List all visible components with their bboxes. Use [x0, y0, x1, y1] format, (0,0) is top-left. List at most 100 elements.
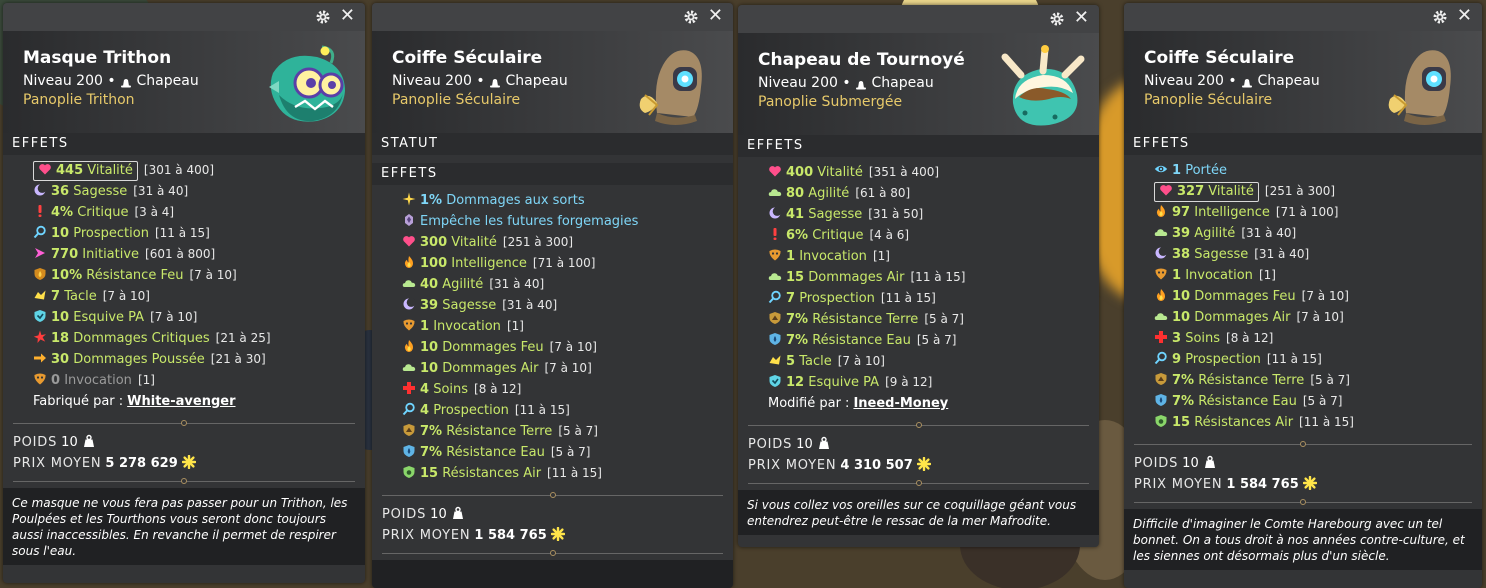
effect-range: [61 à 80] [855, 186, 911, 200]
effect-range: [5 à 7] [924, 312, 964, 326]
effect-value: 10 [51, 310, 70, 325]
effect-value: 9 [1172, 352, 1182, 367]
sparkle-icon [402, 192, 416, 206]
air-shield-icon [402, 465, 416, 479]
effect-range: [1] [506, 319, 524, 333]
effect-range: [31 à 50] [868, 207, 924, 221]
effect-row: 7% Résistance Eau [5 à 7] [402, 442, 733, 463]
moon-icon [1154, 246, 1168, 260]
invocation-icon [402, 318, 416, 332]
kamas-icon [550, 526, 565, 542]
divider [1124, 437, 1482, 451]
fire-shield-icon [33, 267, 47, 281]
water-shield-icon [768, 332, 782, 346]
effect-value: 97 [1172, 205, 1191, 220]
weight-label: POIDS [1134, 456, 1179, 471]
divider-ornament [1300, 499, 1306, 505]
exclamation-icon [768, 227, 782, 241]
effect-row: 30 Dommages Poussée [21 à 30] [33, 349, 365, 370]
effect-range: [301 à 400] [143, 163, 215, 177]
weight-label: POIDS [382, 507, 427, 522]
price-value: 5 278 629 [105, 456, 178, 471]
effect-value: 1 [1172, 268, 1182, 283]
gear-icon[interactable] [683, 9, 699, 25]
effect-range: [1] [872, 249, 890, 263]
item-header: Chapeau de Tournoyé Niveau 200 • Chapeau P… [738, 33, 1099, 135]
effect-range: [9 à 12] [885, 375, 933, 389]
gear-icon[interactable] [315, 9, 331, 25]
effect-range: [8 à 12] [1226, 331, 1274, 345]
effect-range: [7 à 10] [189, 268, 237, 282]
item-description: Difficile d'imaginer le Comte Harebourg … [1124, 509, 1482, 570]
effect-row: 1 Invocation [1] [768, 246, 1099, 267]
effect-range: [31 à 40] [1254, 247, 1310, 261]
earth-shield-icon [1154, 372, 1168, 386]
arrow-icon [33, 246, 47, 260]
effect-value: 15 [420, 466, 439, 481]
item-stats: POIDS 10 PRIX MOYEN 1 584 765 [372, 502, 733, 546]
close-icon[interactable]: ✕ [708, 6, 723, 26]
effect-row: 15 Résistances Air [11 à 15] [1154, 412, 1482, 433]
weight-row: POIDS 10 [748, 434, 1099, 455]
effect-row: 5 Tacle [7 à 10] [768, 351, 1099, 372]
effect-label: Résistances Air [1194, 415, 1294, 430]
divider [738, 476, 1099, 490]
weight-value: 10 [61, 435, 78, 450]
effect-label: Résistance Eau [812, 333, 911, 348]
close-icon[interactable]: ✕ [340, 6, 355, 26]
effect-range: [1] [137, 373, 155, 387]
cross-icon [1154, 330, 1168, 344]
effect-value: 10 [1172, 310, 1191, 325]
crafter-name-link[interactable]: White-avenger [127, 394, 235, 409]
gear-icon[interactable] [1432, 9, 1448, 25]
effect-range: [351 à 400] [868, 165, 940, 179]
effect-label: Critique [812, 228, 864, 243]
effect-row: 4 Soins [8 à 12] [402, 379, 733, 400]
effect-label: Agilité [1194, 226, 1236, 241]
effect-range: [5 à 7] [1310, 373, 1350, 387]
effect-label: Dommages Air [442, 361, 539, 376]
effect-label: Soins [1185, 331, 1221, 346]
effect-row: 7% Résistance Terre [5 à 7] [1154, 370, 1482, 391]
gear-icon[interactable] [1049, 11, 1065, 27]
weight-icon [82, 434, 96, 448]
effect-label: Dommages Feu [442, 340, 544, 355]
effect-label: Dommages Poussée [73, 352, 205, 367]
effect-label: Résistance Terre [812, 312, 919, 327]
effect-value: 38 [1172, 247, 1191, 262]
kamas-icon [1302, 475, 1317, 491]
effect-label: Sagesse [808, 207, 863, 222]
crafter-line: Fabriqué par : White-avenger [33, 391, 365, 412]
effect-label: Dommages aux sorts [446, 193, 585, 208]
crafter-name-link[interactable]: Ineed-Money [853, 396, 948, 411]
effect-range: [31 à 40] [1241, 226, 1297, 240]
effect-value: 30 [51, 352, 70, 367]
cloud-icon [402, 276, 416, 290]
price-row: PRIX MOYEN 4 310 507 [748, 455, 1099, 476]
divider-ornament [549, 550, 556, 556]
close-icon[interactable]: ✕ [1457, 6, 1472, 26]
effect-value: 100 [420, 256, 448, 271]
effect-label: Vitalité [451, 235, 497, 250]
kamas-icon [181, 454, 196, 470]
effect-row: 100 Intelligence [71 à 100] [402, 253, 733, 274]
effect-row: 400 Vitalité [351 à 400] [768, 162, 1099, 183]
effect-value: 10% [51, 268, 83, 283]
effect-range: [11 à 15] [1266, 352, 1322, 366]
effects-section-header: EFFETS [3, 133, 365, 155]
price-label: PRIX MOYEN [1134, 477, 1223, 492]
item-tooltip-panel: ✕ Masque Trithon Niveau 200 • Chapeau Panop… [3, 3, 365, 583]
effect-row: 1 Invocation [1] [402, 316, 733, 337]
effect-row: 7 Prospection [11 à 15] [768, 288, 1099, 309]
effect-row: 4% Critique [3 à 4] [33, 202, 365, 223]
effect-row: 1 Portée [1154, 160, 1482, 181]
fire-icon [1154, 204, 1168, 218]
fire-icon [402, 339, 416, 353]
divider [1124, 495, 1482, 509]
effect-row: 39 Agilité [31 à 40] [1154, 223, 1482, 244]
effect-row: 0 Invocation [1] [33, 370, 365, 391]
effect-value: 18 [51, 331, 70, 346]
close-icon[interactable]: ✕ [1074, 8, 1089, 28]
effect-row: Empêche les futures forgemagies [402, 211, 733, 232]
effect-value: 770 [51, 247, 79, 262]
